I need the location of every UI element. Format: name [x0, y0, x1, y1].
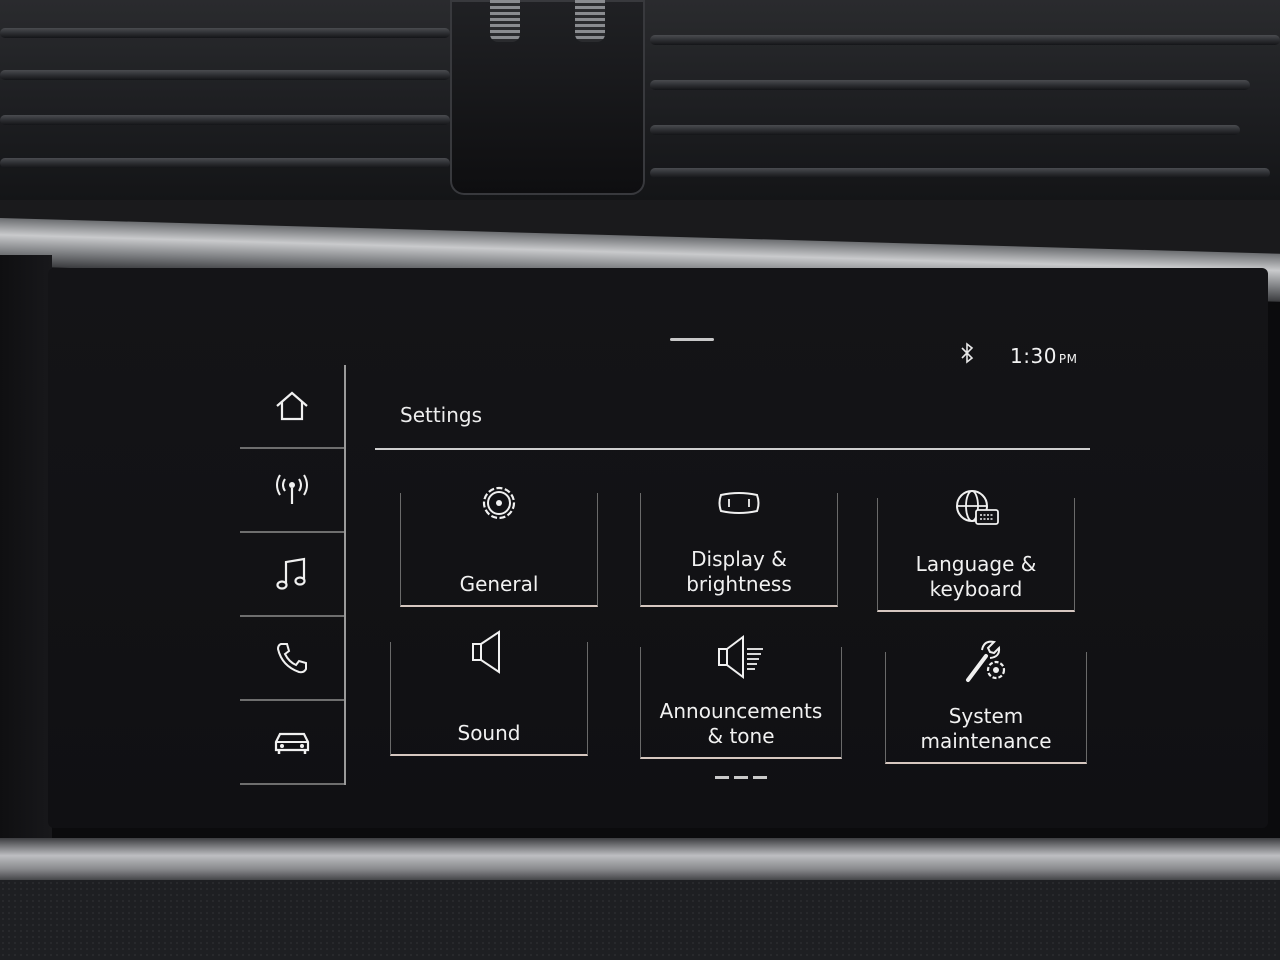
speaker-icon [472, 630, 500, 674]
tile-system-label: System maintenance [920, 704, 1052, 753]
nav-home[interactable] [240, 365, 344, 449]
vent-slat [650, 168, 1270, 178]
page-dot-active [715, 776, 729, 779]
nav-radio[interactable] [240, 449, 344, 533]
vent-slat [650, 125, 1240, 135]
chrome-trim-bottom [0, 838, 1280, 882]
tile-sound[interactable]: Sound [390, 630, 588, 756]
vent-knob [490, 0, 520, 42]
page-title: Settings [400, 403, 483, 427]
nav-phone[interactable] [240, 617, 344, 701]
bezel-left-edge [0, 255, 52, 845]
tile-system-maintenance[interactable]: System maintenance [885, 640, 1087, 764]
clock-time: 1:30 [1010, 344, 1057, 368]
tile-general-label: General [459, 572, 539, 596]
nav-vehicle[interactable] [240, 701, 344, 785]
settings-screen: 1:30 PM Settings General Display & brigh… [215, 320, 1125, 810]
display-icon [718, 492, 760, 514]
gear-icon [482, 486, 516, 520]
bluetooth-icon [961, 342, 974, 364]
page-dot [753, 776, 767, 779]
vent-knob [575, 0, 605, 42]
pull-down-handle[interactable] [670, 338, 714, 341]
clock-ampm: PM [1058, 352, 1078, 366]
vent-slat [0, 115, 450, 125]
nav-rail [240, 365, 346, 785]
air-vent-area [0, 0, 1280, 200]
nav-media[interactable] [240, 533, 344, 617]
status-bar: 1:30 PM [215, 320, 1125, 370]
radio-icon [276, 474, 308, 504]
phone-icon [276, 643, 307, 674]
vent-slat [0, 28, 450, 38]
vent-slat [0, 70, 450, 80]
vent-center-control [450, 0, 645, 195]
tile-announcements-label: Announcements & tone [659, 699, 823, 748]
page-dot [734, 776, 748, 779]
tile-language-keyboard[interactable]: Language & keyboard [877, 490, 1075, 612]
tile-display-brightness[interactable]: Display & brightness [640, 492, 838, 607]
vent-slat [650, 35, 1280, 45]
clock: 1:30 PM [1010, 344, 1078, 368]
tile-sound-label: Sound [457, 721, 521, 745]
globe-keyboard-icon [956, 490, 999, 525]
music-icon [276, 557, 306, 590]
tile-language-label: Language & keyboard [915, 552, 1037, 601]
home-icon [276, 391, 308, 421]
vent-slat [0, 158, 450, 168]
vent-slat [650, 80, 1250, 90]
tile-general[interactable]: General [400, 486, 598, 607]
tile-announcements-tone[interactable]: Announcements & tone [640, 635, 842, 759]
dashboard-leather [0, 880, 1280, 960]
title-divider [375, 448, 1090, 450]
page-indicator [715, 776, 767, 779]
speaker-tone-icon [718, 635, 763, 679]
car-icon [274, 732, 310, 754]
tile-display-label: Display & brightness [686, 547, 792, 596]
wrench-gear-icon [966, 640, 1006, 682]
